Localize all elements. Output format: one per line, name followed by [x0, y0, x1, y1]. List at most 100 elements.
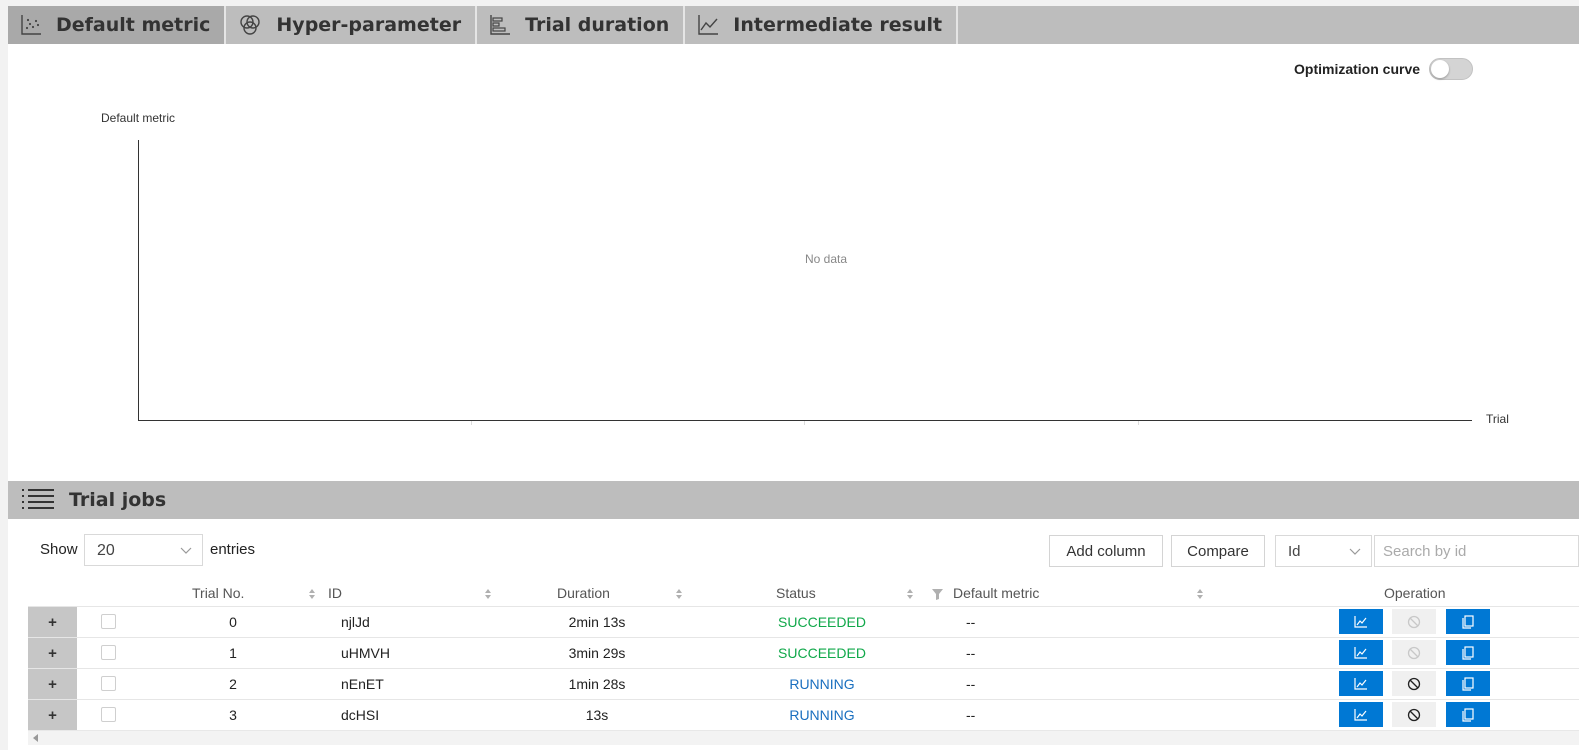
y-axis-line — [138, 140, 139, 421]
sort-icon[interactable] — [308, 588, 316, 600]
view-chart-button[interactable] — [1339, 640, 1383, 665]
cancel-icon — [1407, 677, 1421, 690]
optimization-curve-toggle[interactable] — [1429, 58, 1473, 80]
expand-row-button[interactable]: + — [28, 700, 77, 730]
toggle-knob — [1431, 60, 1449, 78]
tab-default-metric[interactable]: Default metric — [8, 6, 227, 44]
copy-trial-button[interactable] — [1446, 671, 1490, 696]
tab-label: Default metric — [56, 14, 211, 36]
row-checkbox[interactable] — [101, 614, 116, 629]
entries-value: 20 — [97, 542, 115, 559]
x-axis-tick — [471, 421, 472, 425]
row-checkbox[interactable] — [101, 645, 116, 660]
column-header-status[interactable]: Status — [776, 585, 816, 601]
tab-hyper-parameter[interactable]: Hyper-parameter — [226, 6, 478, 44]
horizontal-scrollbar[interactable] — [28, 730, 1579, 745]
trial-jobs-header: Trial jobs — [8, 481, 1579, 519]
x-axis-label: Trial — [1486, 412, 1509, 426]
status-cell: SUCCEEDED — [778, 614, 866, 630]
line-chart-icon — [1354, 615, 1367, 628]
cancel-icon — [1407, 646, 1421, 659]
entries-per-page-select[interactable]: 20 — [84, 534, 203, 566]
line-chart-icon — [1354, 677, 1367, 690]
sort-icon[interactable] — [1196, 588, 1204, 600]
default-metric-cell: -- — [966, 645, 976, 661]
view-chart-button[interactable] — [1339, 609, 1383, 634]
tab-label: Trial duration — [525, 14, 670, 36]
chevron-down-icon — [180, 547, 192, 554]
sort-icon[interactable] — [906, 588, 914, 600]
column-header-duration[interactable]: Duration — [557, 585, 610, 601]
show-label: Show — [40, 541, 78, 558]
scroll-left-arrow-icon[interactable] — [33, 734, 38, 742]
table-row: + 3 dcHSI 13s RUNNING -- — [28, 700, 1579, 730]
chevron-down-icon — [1349, 548, 1361, 555]
status-cell: SUCCEEDED — [778, 645, 866, 661]
view-chart-button[interactable] — [1339, 702, 1383, 727]
row-checkbox[interactable] — [101, 676, 116, 691]
trial-no-cell: 2 — [229, 676, 237, 692]
expand-row-button[interactable]: + — [28, 607, 77, 637]
column-header-trial-no[interactable]: Trial No. — [192, 585, 244, 601]
line-chart-icon — [1354, 646, 1367, 659]
duration-cell: 13s — [585, 707, 609, 723]
trial-no-cell: 0 — [229, 614, 237, 630]
id-cell: nEnET — [341, 676, 384, 692]
copy-trial-button[interactable] — [1446, 702, 1490, 727]
kill-trial-button[interactable] — [1392, 702, 1436, 727]
compare-button[interactable]: Compare — [1171, 535, 1265, 567]
duration-cell: 1min 28s — [568, 676, 626, 692]
trial-jobs-title: Trial jobs — [69, 489, 167, 511]
id-cell: uHMVH — [341, 645, 391, 661]
id-cell: njlJd — [341, 614, 370, 630]
kill-trial-button — [1392, 640, 1436, 665]
expand-row-button[interactable]: + — [28, 669, 77, 699]
optimization-curve-label: Optimization curve — [1294, 61, 1421, 77]
search-field-select[interactable]: Id — [1275, 535, 1372, 567]
copy-trial-button[interactable] — [1446, 609, 1490, 634]
cancel-icon — [1407, 615, 1421, 628]
table-row: + 0 njlJd 2min 13s SUCCEEDED -- — [28, 607, 1579, 637]
column-header-default-metric[interactable]: Default metric — [953, 585, 1039, 601]
bar-chart-icon — [490, 15, 511, 35]
line-chart-icon — [698, 15, 719, 35]
trial-no-cell: 3 — [229, 707, 237, 723]
row-checkbox[interactable] — [101, 707, 116, 722]
cancel-icon — [1407, 708, 1421, 721]
kill-trial-button[interactable] — [1392, 671, 1436, 696]
filter-icon[interactable] — [932, 589, 943, 600]
trial-jobs-panel: Show 20 entries Add column Compare Id Tr… — [8, 519, 1579, 750]
tab-bar: Default metric Hyper-parameter Trial dur… — [8, 6, 1579, 44]
default-metric-cell: -- — [966, 676, 976, 692]
kill-trial-button — [1392, 609, 1436, 634]
duration-cell: 2min 13s — [568, 614, 626, 630]
copy-icon — [1462, 645, 1474, 660]
trial-no-cell: 1 — [229, 645, 237, 661]
x-axis-tick — [1138, 421, 1139, 425]
copy-trial-button[interactable] — [1446, 640, 1490, 665]
status-cell: RUNNING — [789, 676, 855, 692]
copy-icon — [1462, 614, 1474, 629]
view-chart-button[interactable] — [1339, 671, 1383, 696]
search-field-value: Id — [1288, 543, 1301, 560]
expand-row-button[interactable]: + — [28, 638, 77, 668]
tab-label: Intermediate result — [733, 14, 943, 36]
y-axis-label: Default metric — [101, 111, 176, 125]
entries-label: entries — [210, 541, 256, 558]
table-row: + 1 uHMVH 3min 29s SUCCEEDED -- — [28, 638, 1579, 668]
duration-cell: 3min 29s — [568, 645, 626, 661]
no-data-message: No data — [805, 252, 848, 266]
id-cell: dcHSI — [341, 707, 380, 723]
copy-icon — [1462, 676, 1474, 691]
add-column-button[interactable]: Add column — [1049, 535, 1163, 567]
sort-icon[interactable] — [484, 588, 492, 600]
tab-intermediate-result[interactable]: Intermediate result — [685, 6, 959, 44]
default-metric-chart-panel: Optimization curve Default metric Trial … — [8, 44, 1579, 481]
search-input[interactable] — [1374, 535, 1579, 567]
sort-icon[interactable] — [675, 588, 683, 600]
default-metric-cell: -- — [966, 707, 976, 723]
column-header-id[interactable]: ID — [328, 585, 342, 601]
status-cell: RUNNING — [789, 707, 855, 723]
table-row: + 2 nEnET 1min 28s RUNNING -- — [28, 669, 1579, 699]
tab-trial-duration[interactable]: Trial duration — [477, 6, 686, 44]
